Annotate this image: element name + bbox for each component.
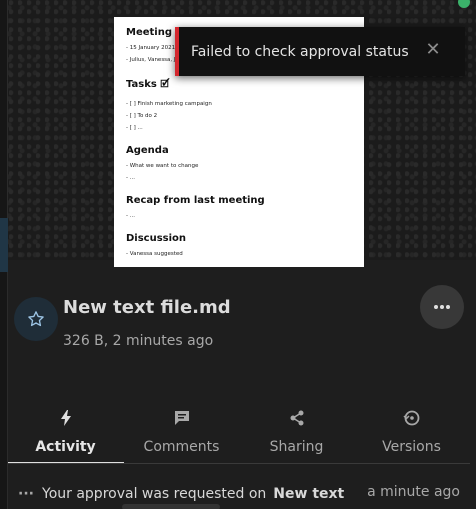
star-icon xyxy=(28,311,44,327)
preview-line: - Vanessa suggested xyxy=(126,251,183,257)
activity-time: a minute ago xyxy=(367,484,460,500)
preview-line: - What we want to change xyxy=(126,163,199,169)
activity-message: Your approval was requested on xyxy=(42,486,267,502)
activity-file-chip xyxy=(122,504,220,509)
preview-line: - [ ] ... xyxy=(126,125,143,131)
preview-line: - ... xyxy=(126,213,135,219)
favorite-button[interactable] xyxy=(14,297,58,341)
toast-message: Failed to check approval status xyxy=(191,43,409,60)
activity-target-link[interactable]: New text xyxy=(273,486,344,502)
sidebar-tabs: Activity Comments Sharing Versions xyxy=(8,400,470,464)
tab-comments[interactable]: Comments xyxy=(124,400,239,464)
activity-entry: ··· Your approval was requested on New t… xyxy=(18,484,466,504)
tab-versions[interactable]: Versions xyxy=(354,400,469,464)
preview-line: - [ ] Finish marketing campaign xyxy=(126,101,212,107)
tab-sharing[interactable]: Sharing xyxy=(239,400,354,464)
preview-heading: Agenda xyxy=(126,145,169,156)
navigation-active-item[interactable] xyxy=(0,218,8,272)
file-title: New text file.md xyxy=(63,297,231,318)
tab-activity[interactable]: Activity xyxy=(8,400,124,464)
tab-label: Activity xyxy=(35,439,96,455)
share-icon xyxy=(289,408,305,428)
tab-label: Sharing xyxy=(269,439,324,455)
preview-heading: Tasks 🗹 xyxy=(126,79,170,90)
preview-line: - [ ] To do 2 xyxy=(126,113,158,119)
history-icon xyxy=(402,408,421,428)
preview-heading: Recap from last meeting xyxy=(126,195,265,206)
more-actions-button[interactable] xyxy=(420,285,464,329)
close-icon[interactable]: ✕ xyxy=(423,40,443,60)
comment-icon xyxy=(174,408,190,428)
activity-dots-icon: ··· xyxy=(18,486,34,502)
tabs-divider xyxy=(8,463,470,464)
tab-label: Comments xyxy=(143,439,220,455)
flash-icon xyxy=(60,408,72,428)
more-icon xyxy=(434,305,450,309)
file-meta: 326 B, 2 minutes ago xyxy=(63,333,214,349)
preview-heading: Discussion xyxy=(126,233,187,244)
preview-line: - ... xyxy=(126,175,135,181)
error-toast: Failed to check approval status ✕ xyxy=(175,27,465,76)
tab-label: Versions xyxy=(382,439,441,455)
